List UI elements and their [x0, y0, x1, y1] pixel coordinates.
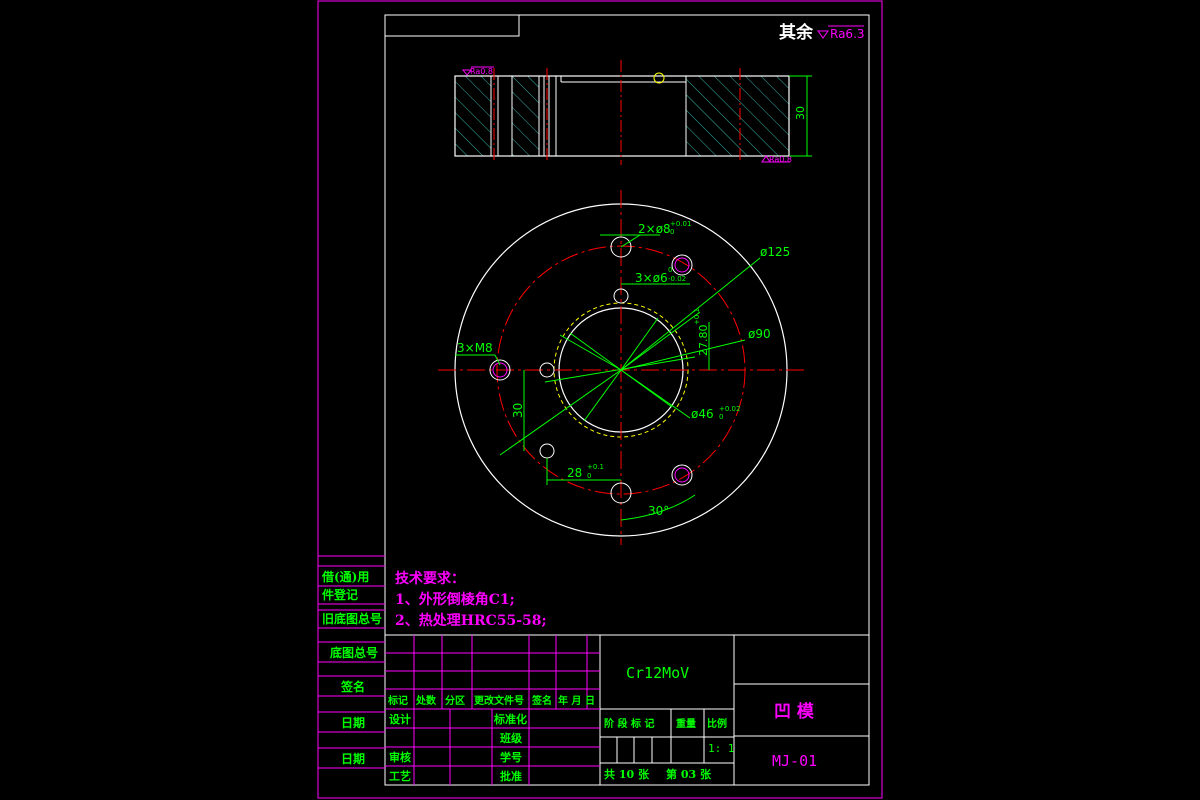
header-zone: 分区 [445, 694, 465, 707]
sheet-number: 第 03 张 [666, 767, 712, 781]
dim-small-holes: 3×ø6 [635, 271, 668, 285]
row-standardize: 标准化 [493, 712, 527, 726]
dim-small-holes-tol-up: 0 [668, 266, 672, 274]
section-roughness-top: Ra0.8 [470, 67, 493, 76]
dim-bore-tol: +0.02 [719, 405, 740, 413]
dim-offset: 28 [567, 466, 582, 480]
section-roughness-bottom: Ra0.8 [769, 155, 792, 164]
side-row-date-1: 日期 [341, 715, 365, 730]
dim-angle: 30° [648, 504, 669, 518]
row-process: 工艺 [389, 769, 411, 783]
side-row-register: 件登记 [322, 587, 358, 602]
dim-outer-diameter: ø125 [760, 245, 790, 259]
dim-bolt-circle: ø90 [748, 327, 771, 341]
drawing-no-box-inverted [384, 14, 520, 37]
weight-label: 重量 [676, 717, 696, 730]
side-row-old-number: 旧底图总号 [322, 611, 382, 626]
dim-radius-tol: +0.1 [693, 308, 701, 325]
side-table: 借(通)用 件登记 旧底图总号 底图总号 签名 日期 日期 [318, 555, 385, 769]
side-row-sign: 签名 [340, 679, 365, 694]
row-review: 班级 [500, 731, 523, 745]
row-approve: 批准 [500, 769, 522, 783]
roughness-value: Ra6.3 [830, 27, 865, 41]
dim-threads: 3×M8 [457, 341, 493, 355]
dim-bore-tol-low: 0 [719, 413, 723, 421]
header-date: 年 月 日 [558, 694, 595, 707]
dim-small-holes-tol: -0.02 [668, 275, 686, 283]
header-mark: 标记 [387, 694, 408, 707]
tech-item-1: 1、外形倒棱角C1; [395, 591, 515, 608]
row-student-no: 学号 [500, 750, 522, 764]
title-block: 标记 处数 分区 更改文件号 签名 年 月 日 设计 审核 工艺 标准化 班级 … [385, 634, 869, 785]
scale-label: 比例 [707, 717, 727, 730]
dim-pin-holes: 2×ø8 [638, 222, 671, 236]
section-view: Ra0.8 Ra0.8 30 [454, 60, 812, 165]
dim-height: 30 [511, 403, 525, 418]
sheets-total: 共 10 张 [604, 767, 650, 781]
tech-heading: 技术要求： [395, 570, 465, 587]
general-roughness-note: 其余 Ra6.3 [779, 22, 865, 43]
plan-view: 2×ø8 +0.01 0 3×ø6 0 -0.02 ø125 ø90 27.80… [438, 190, 806, 545]
cad-drawing-sheet: 其余 Ra6.3 Ra0.8 Ra0.8 30 2×ø8 +0.01 0 3×ø… [317, 0, 883, 799]
roughness-label: 其余 [779, 22, 814, 43]
tech-item-2: 2、热处理HRC55-58; [395, 612, 547, 629]
part-name: 凹 模 [774, 701, 815, 722]
dim-pin-holes-tol-low: 0 [670, 228, 674, 236]
side-row-base-number: 底图总号 [330, 645, 378, 660]
side-row-borrow: 借(通)用 [321, 569, 369, 584]
drawing-number: MJ-01 [772, 752, 817, 770]
dim-radius: 27.80 [697, 325, 710, 357]
stage-label: 阶 段 标 记 [604, 717, 654, 730]
side-row-date-2: 日期 [341, 751, 365, 766]
tech-requirements: 技术要求： 1、外形倒棱角C1; 2、热处理HRC55-58; [395, 570, 547, 629]
section-thickness-dim: 30 [794, 106, 807, 120]
dim-offset-tol-low: 0 [587, 472, 591, 480]
header-sign: 签名 [531, 694, 552, 707]
dim-bore: ø46 [691, 407, 714, 421]
material: Cr12MoV [626, 664, 689, 682]
row-check: 审核 [389, 750, 411, 764]
dim-pin-holes-tol: +0.01 [670, 220, 691, 228]
dim-offset-tol: +0.1 [587, 463, 604, 471]
roughness-symbol-icon [817, 30, 829, 39]
row-design: 设计 [389, 712, 411, 726]
header-count: 处数 [415, 694, 437, 707]
scale-value: 1: 1 [708, 742, 735, 755]
header-docno: 更改文件号 [474, 694, 524, 707]
